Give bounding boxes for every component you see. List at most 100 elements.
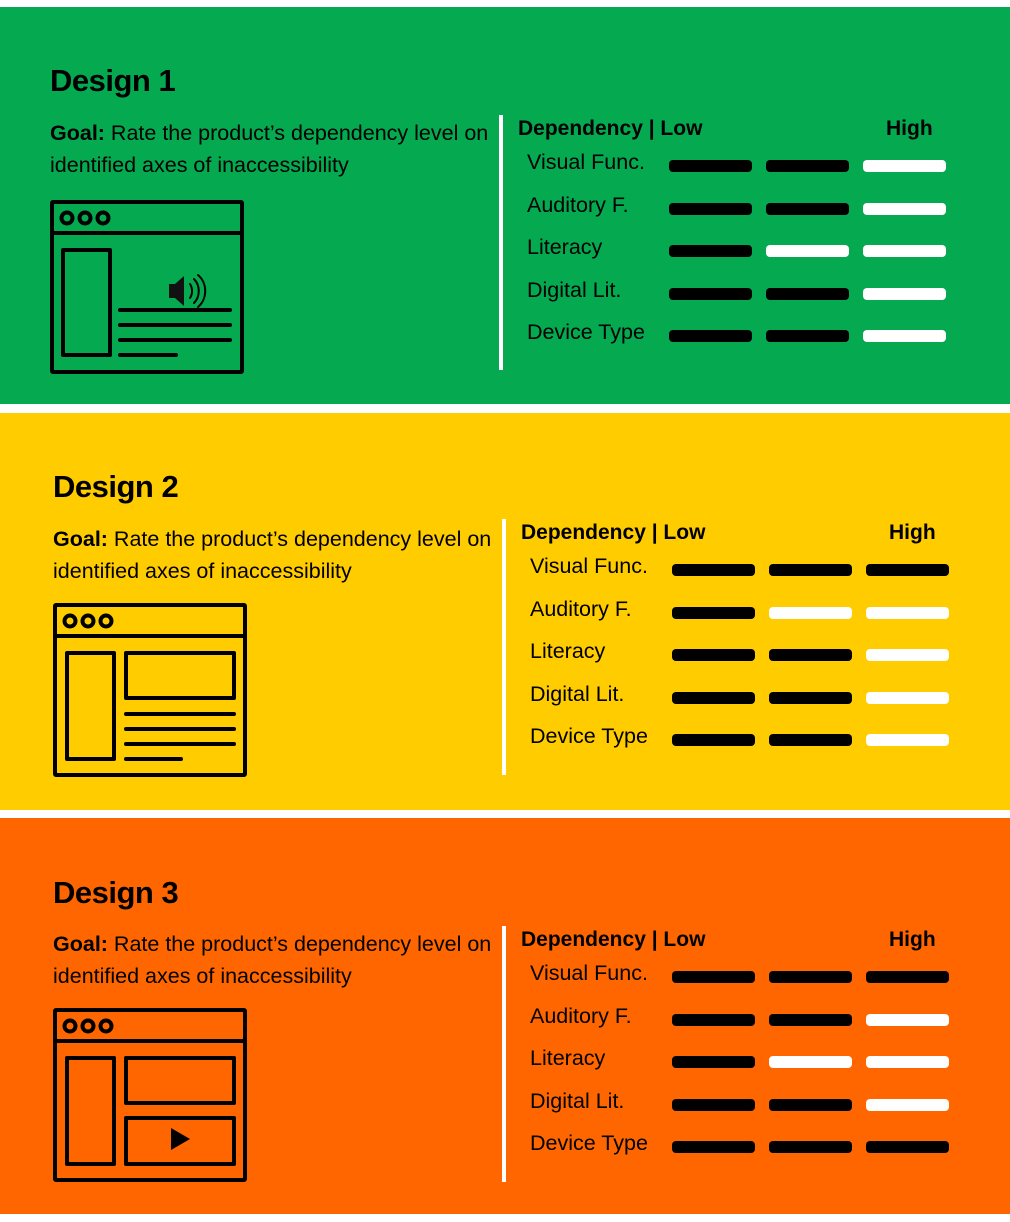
level-bar-filled bbox=[672, 971, 755, 983]
level-bar-empty bbox=[863, 287, 946, 300]
level-bar-filled bbox=[672, 734, 755, 746]
goal-label: Goal: bbox=[53, 527, 108, 551]
goal-text: Goal: Rate the product’s dependency leve… bbox=[53, 523, 493, 587]
level-bars bbox=[672, 691, 954, 706]
level-bar-empty bbox=[866, 1056, 949, 1068]
level-bar-empty bbox=[866, 1013, 949, 1026]
level-bar-filled bbox=[669, 160, 752, 172]
level-bar-filled bbox=[766, 160, 849, 172]
level-bar-empty bbox=[866, 734, 949, 746]
level-bars bbox=[672, 1141, 954, 1155]
level-bar-filled bbox=[769, 691, 852, 704]
level-bar-filled bbox=[769, 649, 852, 661]
axis-row: Digital Lit. bbox=[521, 1086, 961, 1129]
level-bar-filled bbox=[669, 202, 752, 215]
axis-row: Literacy bbox=[521, 636, 961, 679]
level-bar-empty bbox=[863, 160, 946, 172]
level-bar-filled bbox=[672, 691, 755, 704]
axis-label: Literacy bbox=[530, 639, 606, 663]
scale-low-label: Dependency | Low bbox=[518, 117, 703, 140]
axis-row: Auditory F. bbox=[518, 190, 958, 233]
goal-label: Goal: bbox=[50, 121, 105, 145]
axis-label: Auditory F. bbox=[530, 1003, 632, 1028]
axis-label: Visual Func. bbox=[530, 961, 648, 985]
dependency-rating: Dependency | Low High Visual Func. Audito… bbox=[518, 115, 958, 360]
level-bars bbox=[669, 160, 951, 174]
level-bars bbox=[672, 1013, 954, 1028]
axis-label: Digital Lit. bbox=[530, 681, 625, 706]
level-bar-filled bbox=[766, 330, 849, 342]
level-bar-filled bbox=[769, 734, 852, 746]
level-bars bbox=[669, 245, 951, 259]
level-bar-filled bbox=[769, 564, 852, 576]
level-bar-filled bbox=[672, 1056, 755, 1068]
goal-text: Goal: Rate the product’s dependency leve… bbox=[50, 117, 490, 181]
axis-row: Literacy bbox=[518, 232, 958, 275]
level-bars bbox=[672, 734, 954, 748]
divider bbox=[502, 519, 506, 775]
goal-description: Rate the product’s dependency level on i… bbox=[50, 121, 489, 177]
goal-label: Goal: bbox=[53, 932, 108, 956]
design-title: Design 3 bbox=[53, 875, 179, 910]
browser-window-audio-icon bbox=[50, 200, 244, 374]
dependency-rating: Dependency | Low High Visual Func. Audito… bbox=[521, 926, 961, 1171]
axis-label: Visual Func. bbox=[530, 554, 648, 578]
browser-window-video-icon bbox=[53, 1008, 247, 1182]
axis-row: Device Type bbox=[521, 721, 961, 764]
level-bar-filled bbox=[672, 1013, 755, 1026]
level-bars bbox=[669, 202, 951, 217]
divider bbox=[499, 115, 503, 370]
level-bar-empty bbox=[866, 1098, 949, 1111]
level-bars bbox=[672, 971, 954, 985]
level-bar-empty bbox=[769, 1056, 852, 1068]
axis-label: Device Type bbox=[527, 320, 645, 344]
level-bars bbox=[669, 287, 951, 302]
axis-label: Literacy bbox=[527, 235, 603, 259]
browser-window-text-icon bbox=[53, 603, 247, 777]
level-bars bbox=[669, 330, 951, 344]
level-bar-filled bbox=[866, 564, 949, 576]
axis-label: Visual Func. bbox=[527, 150, 645, 174]
axis-label: Auditory F. bbox=[527, 192, 629, 217]
level-bar-empty bbox=[866, 606, 949, 619]
axis-label: Digital Lit. bbox=[527, 277, 622, 302]
rating-header: Dependency | Low High bbox=[521, 519, 961, 551]
level-bar-filled bbox=[669, 330, 752, 342]
scale-high-label: High bbox=[889, 928, 936, 951]
design-title: Design 2 bbox=[53, 469, 179, 504]
goal-description: Rate the product’s dependency level on i… bbox=[53, 932, 492, 988]
axis-row: Device Type bbox=[521, 1128, 961, 1171]
level-bars bbox=[672, 649, 954, 663]
level-bars bbox=[672, 606, 954, 621]
level-bar-filled bbox=[866, 1141, 949, 1153]
axis-label: Device Type bbox=[530, 724, 648, 748]
axis-row: Device Type bbox=[518, 317, 958, 360]
axis-row: Visual Func. bbox=[521, 958, 961, 1001]
design-3-panel: Design 3 Goal: Rate the product’s depend… bbox=[0, 818, 1010, 1214]
divider bbox=[502, 926, 506, 1182]
axis-label: Literacy bbox=[530, 1046, 606, 1070]
level-bar-filled bbox=[669, 287, 752, 300]
level-bar-filled bbox=[672, 1098, 755, 1111]
scale-low-label: Dependency | Low bbox=[521, 521, 706, 544]
design-1-panel: Design 1 Goal: Rate the product’s depend… bbox=[0, 7, 1010, 404]
level-bar-filled bbox=[672, 606, 755, 619]
level-bar-filled bbox=[672, 564, 755, 576]
level-bar-filled bbox=[766, 287, 849, 300]
level-bar-empty bbox=[863, 330, 946, 342]
level-bar-filled bbox=[866, 971, 949, 983]
axis-row: Auditory F. bbox=[521, 1001, 961, 1044]
level-bars bbox=[672, 1098, 954, 1113]
level-bar-empty bbox=[866, 691, 949, 704]
level-bar-empty bbox=[769, 606, 852, 619]
axis-row: Digital Lit. bbox=[518, 275, 958, 318]
scale-low-label: Dependency | Low bbox=[521, 928, 706, 951]
level-bar-filled bbox=[769, 1141, 852, 1153]
design-2-panel: Design 2 Goal: Rate the product’s depend… bbox=[0, 413, 1010, 810]
scale-high-label: High bbox=[889, 521, 936, 544]
level-bar-filled bbox=[672, 1141, 755, 1153]
level-bar-filled bbox=[672, 649, 755, 661]
goal-text: Goal: Rate the product’s dependency leve… bbox=[53, 928, 493, 992]
axis-label: Auditory F. bbox=[530, 596, 632, 621]
level-bars bbox=[672, 564, 954, 578]
